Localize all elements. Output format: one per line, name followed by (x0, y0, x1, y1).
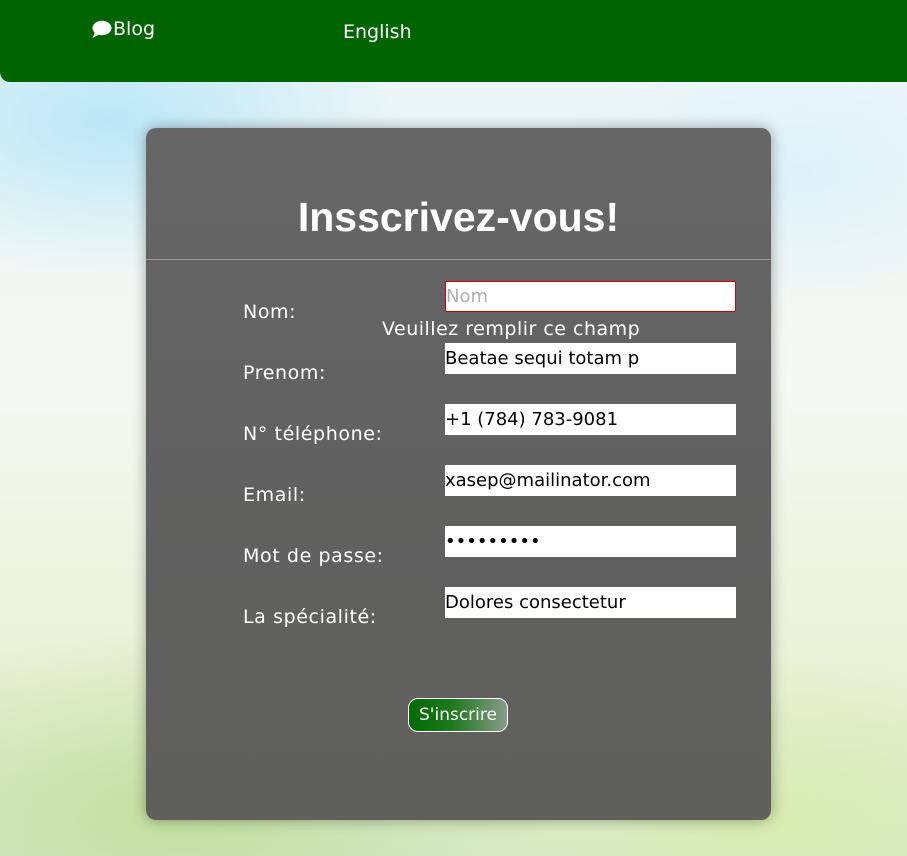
prenom-label: Prenom: (243, 362, 326, 384)
nom-input[interactable] (445, 281, 736, 312)
speech-bubble-icon (91, 20, 113, 39)
form-title: Insscrivez-vous! (297, 194, 620, 240)
title-divider (146, 259, 771, 260)
specialite-input[interactable] (445, 587, 736, 618)
validation-tooltip: Veuillez remplir ce champ (382, 318, 641, 340)
nav-blog-link[interactable]: Blog (91, 18, 155, 40)
signup-card: Insscrivez-vous! Nom: Veuillez remplir c… (146, 128, 771, 820)
phone-label: N° téléphone: (243, 423, 383, 445)
top-navbar: Blog English (0, 0, 907, 82)
nav-blog-label: Blog (113, 18, 155, 40)
signup-button[interactable]: S'inscrire (408, 698, 508, 732)
prenom-input[interactable] (445, 343, 736, 374)
language-switch-link[interactable]: English (343, 21, 412, 43)
nom-label: Nom: (243, 301, 297, 323)
password-input[interactable] (445, 526, 736, 557)
phone-input[interactable] (445, 404, 736, 435)
specialite-label: La spécialité: (243, 606, 377, 628)
email-label: Email: (243, 484, 306, 506)
password-label: Mot de passe: (243, 545, 384, 567)
email-input[interactable] (445, 465, 736, 496)
